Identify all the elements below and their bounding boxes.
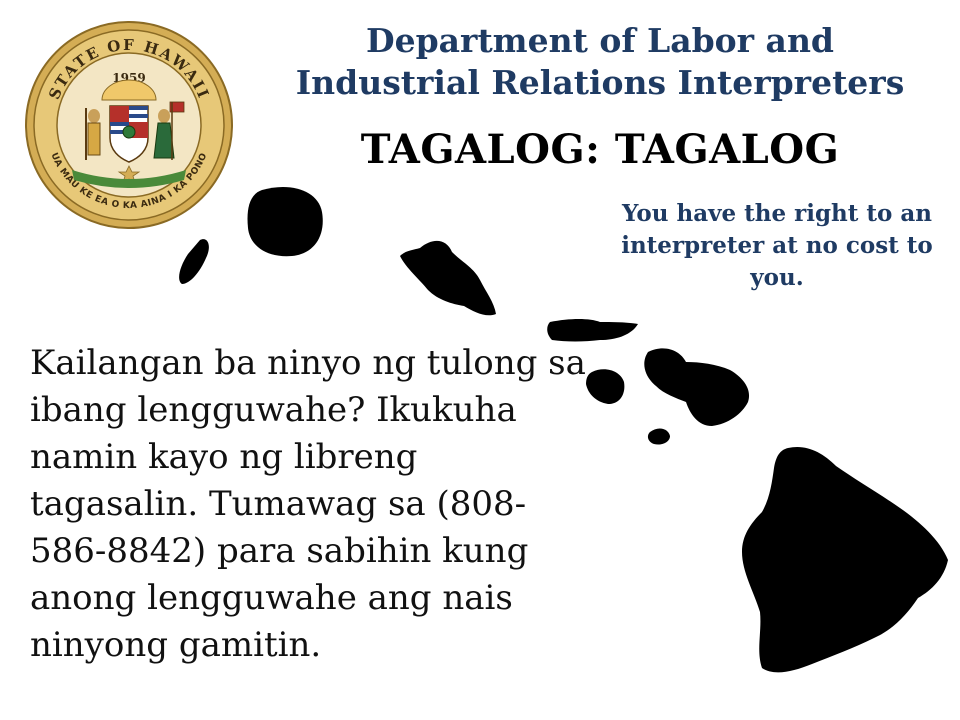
island-lanai — [586, 369, 625, 404]
island-kahoolawe — [647, 428, 670, 445]
department-title: Department of Labor and Industrial Relat… — [295, 21, 905, 102]
tagalog-message: Kailangan ba ninyo ng tulong sa ibang le… — [30, 343, 586, 665]
island-oahu — [400, 240, 496, 316]
island-kauai — [247, 186, 323, 257]
language-heading: TAGALOG: TAGALOG — [360, 126, 840, 173]
state-seal-logo: STATE OF HAWAII UA MAU KE EA O KA AINA I… — [25, 21, 233, 229]
island-niihau — [179, 239, 209, 284]
interpreter-right-note: You have the right to an interpreter at … — [621, 200, 933, 291]
island-molokai — [547, 319, 638, 342]
island-maui — [644, 348, 750, 426]
island-hawaii — [742, 446, 948, 673]
